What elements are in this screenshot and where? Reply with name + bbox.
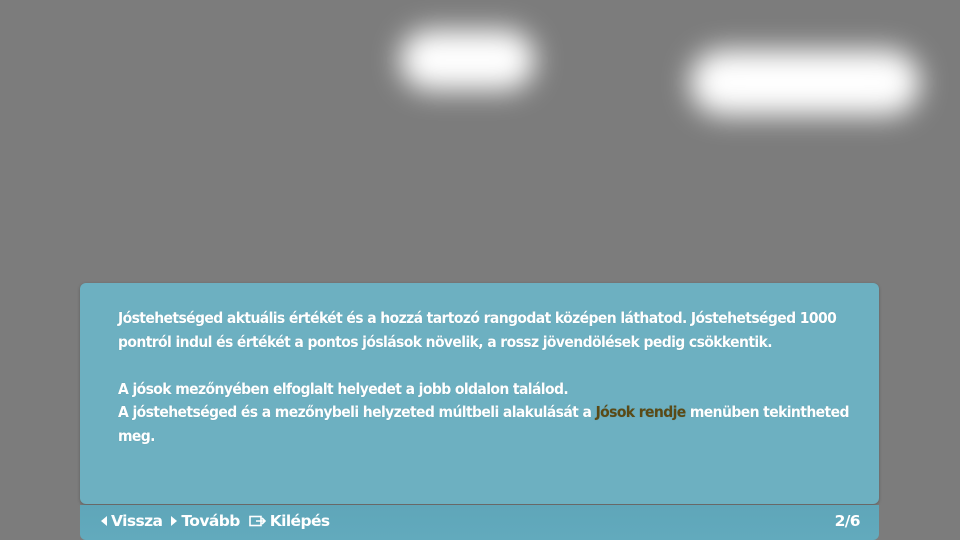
page-counter: 2/6 <box>834 512 861 530</box>
footer-navigation: Vissza Tovább Kilépés <box>101 512 339 530</box>
tutorial-text: Jóstehetséged aktuális értékét és a hozz… <box>118 307 858 448</box>
tutorial-paragraph-2: A jósok mezőnyében elfoglalt helyedet a … <box>118 379 569 398</box>
tutorial-paragraph-3-start: A jóstehetséged és a mezőnybeli helyzete… <box>118 403 596 421</box>
triangle-left-icon <box>101 516 107 526</box>
next-label: Tovább <box>181 512 240 530</box>
back-button[interactable]: Vissza <box>101 512 163 530</box>
exit-button[interactable]: Kilépés <box>248 512 330 530</box>
back-label: Vissza <box>111 512 163 530</box>
blurred-light <box>400 30 535 90</box>
tutorial-dialog: Jóstehetséged aktuális értékét és a hozz… <box>80 283 879 504</box>
exit-label: Kilépés <box>269 512 330 530</box>
tutorial-footer: Vissza Tovább Kilépés 2/6 <box>80 505 879 540</box>
triangle-right-icon <box>171 516 178 526</box>
tutorial-paragraph-1: Jóstehetséged aktuális értékét és a hozz… <box>118 309 837 351</box>
next-button[interactable]: Tovább <box>171 512 240 530</box>
game-screen: Jóstehetséged aktuális értékét és a hozz… <box>0 0 960 540</box>
josok-rendje-highlight: Jósok rendje <box>595 403 687 421</box>
exit-icon <box>248 515 266 527</box>
blurred-light <box>690 50 920 115</box>
tutorial-paragraph-3: A jóstehetséged és a mezőnybeli helyzete… <box>118 401 858 448</box>
